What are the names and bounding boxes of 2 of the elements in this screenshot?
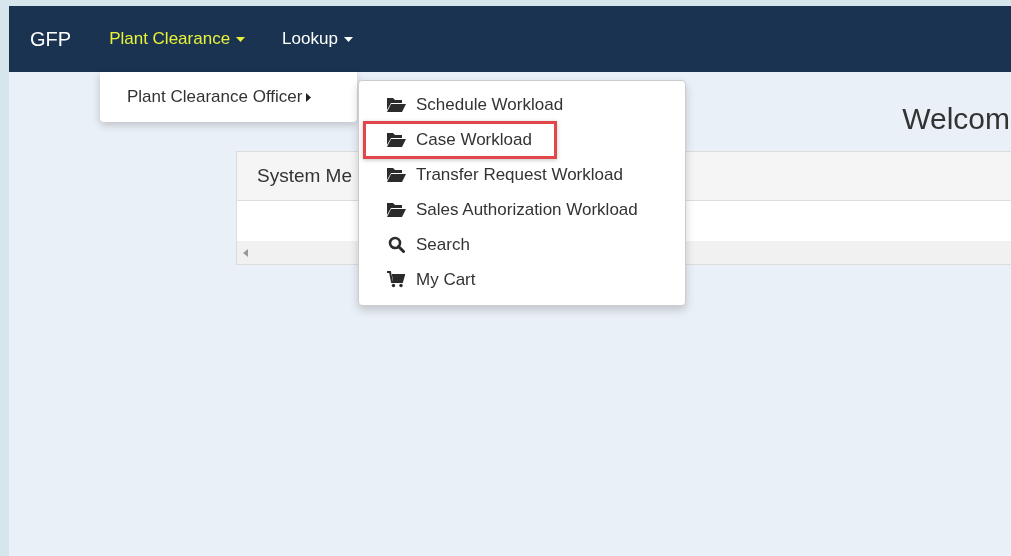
page-heading: Welcom [902,102,1010,136]
panel-title: System Me [257,165,353,187]
